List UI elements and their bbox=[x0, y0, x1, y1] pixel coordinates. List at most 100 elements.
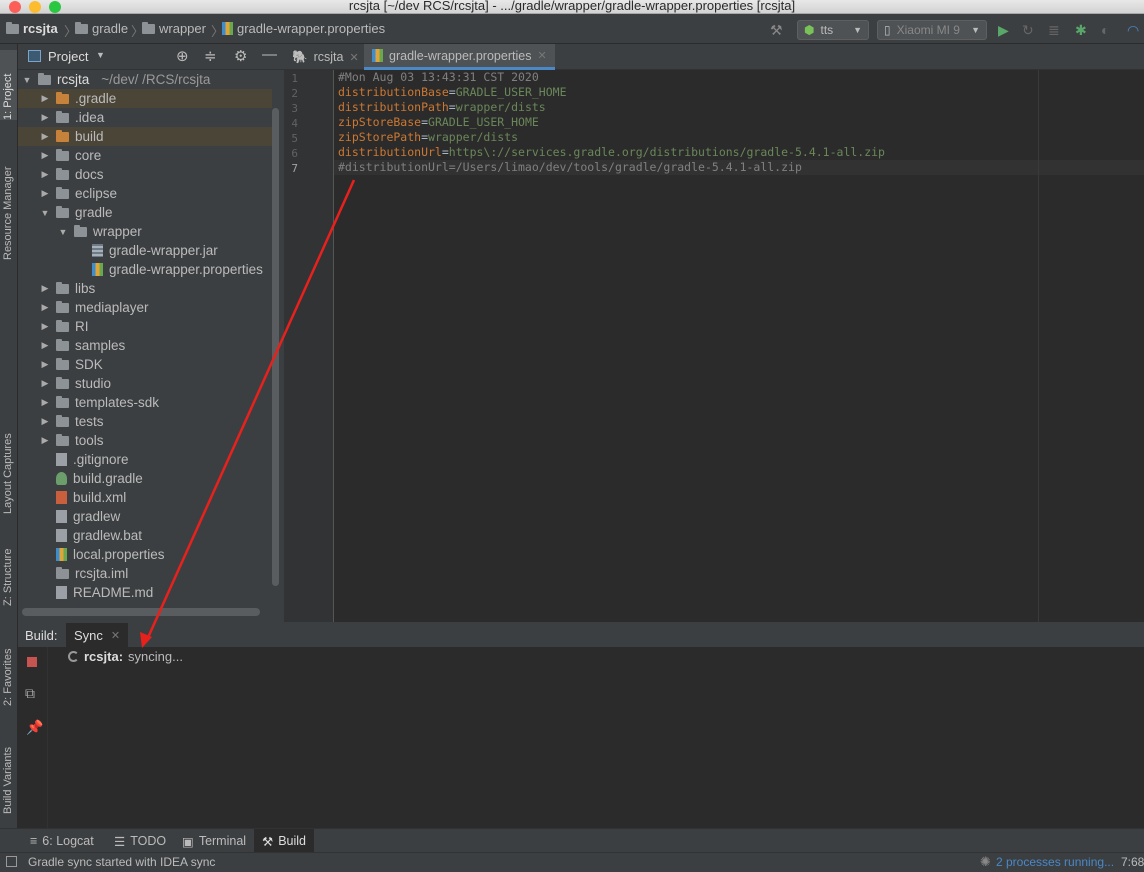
tree-item[interactable]: ▶ core bbox=[18, 146, 272, 165]
chevron-right-icon[interactable]: ▶ bbox=[38, 340, 52, 351]
tree-horizontal-scrollbar[interactable] bbox=[22, 608, 260, 616]
chevron-right-icon[interactable]: ▶ bbox=[38, 359, 52, 370]
editor-tab-gradle-wrapper-properties[interactable]: gradle-wrapper.properties ✕ bbox=[364, 44, 555, 70]
tool-window-resource-manager[interactable]: Resource Manager bbox=[0, 140, 17, 260]
breadcrumb-file[interactable]: gradle-wrapper.properties bbox=[222, 21, 385, 36]
tree-item[interactable]: rcsjta.iml bbox=[18, 564, 272, 583]
tree-item[interactable]: ▶ RI bbox=[18, 317, 272, 336]
chevron-right-icon[interactable]: ▶ bbox=[38, 188, 52, 199]
chevron-down-icon[interactable]: ▼ bbox=[38, 208, 52, 218]
folder-icon bbox=[56, 376, 69, 389]
tree-item[interactable]: gradlew.bat bbox=[18, 526, 272, 545]
run-icon[interactable]: ▶ bbox=[998, 22, 1009, 39]
code-editor[interactable]: #Mon Aug 03 13:43:31 CST 2020 distributio… bbox=[334, 70, 1144, 622]
chevron-down-icon[interactable]: ▼ bbox=[56, 227, 70, 237]
chevron-right-icon[interactable]: ▶ bbox=[38, 112, 52, 123]
tree-item[interactable]: ▶ build bbox=[18, 127, 272, 146]
chevron-right-icon[interactable]: ▶ bbox=[38, 435, 52, 446]
tree-item[interactable]: ▶ .gradle bbox=[18, 89, 272, 108]
close-tab-icon[interactable]: ✕ bbox=[537, 49, 546, 62]
editor-tab-rcsjta[interactable]: 🐘 rcsjta ✕ bbox=[284, 44, 367, 70]
hammer-icon[interactable]: ⚒ bbox=[770, 22, 783, 39]
chevron-right-icon[interactable]: ▶ bbox=[38, 378, 52, 389]
chevron-right-icon[interactable]: ▶ bbox=[38, 302, 52, 313]
tree-item-label: RI bbox=[75, 319, 89, 334]
run-config-selector[interactable]: ⬢ tts ▼ bbox=[797, 20, 869, 40]
profiler-icon[interactable]: ◠ bbox=[1127, 22, 1139, 39]
toggle-tool-windows-icon[interactable] bbox=[6, 856, 17, 867]
build-output-row[interactable]: rcsjta: syncing... bbox=[68, 649, 183, 664]
tab-build[interactable]: ⚒ Build bbox=[254, 829, 315, 853]
breadcrumb-gradle[interactable]: gradle bbox=[75, 21, 128, 36]
project-view-selector[interactable]: Project bbox=[48, 49, 88, 64]
collapse-all-icon[interactable]: ≑ bbox=[204, 47, 217, 65]
tree-item[interactable]: ▼ gradle bbox=[18, 203, 272, 222]
tree-item[interactable]: ▶ eclipse bbox=[18, 184, 272, 203]
tool-window-favorites[interactable]: 2: Favorites bbox=[0, 626, 17, 706]
restore-layout-icon[interactable]: ⧉ bbox=[25, 685, 35, 702]
gradle-icon: 🐘 bbox=[292, 49, 308, 64]
code-key: zipStoreBase bbox=[338, 115, 422, 129]
tree-item-label: wrapper bbox=[93, 224, 142, 239]
xml-file-icon bbox=[56, 491, 67, 504]
locate-file-icon[interactable]: ⊕ bbox=[176, 47, 189, 65]
attach-debugger-icon[interactable]: ◐ bbox=[1101, 22, 1109, 38]
status-message: Gradle sync started with IDEA sync bbox=[28, 855, 216, 869]
tree-item[interactable]: build.gradle bbox=[18, 469, 272, 488]
close-tab-icon[interactable]: ✕ bbox=[111, 629, 120, 642]
chevron-right-icon[interactable]: ▶ bbox=[38, 397, 52, 408]
chevron-right-icon[interactable]: ▶ bbox=[38, 150, 52, 161]
chevron-right-icon[interactable]: ▶ bbox=[38, 416, 52, 427]
tool-window-layout-captures[interactable]: Layout Captures bbox=[0, 404, 17, 514]
tool-window-structure[interactable]: Z: Structure bbox=[0, 530, 17, 606]
tree-item[interactable]: ▼ wrapper bbox=[18, 222, 272, 241]
gear-icon[interactable]: ⚙ bbox=[234, 47, 247, 65]
chevron-right-icon[interactable]: ▶ bbox=[38, 131, 52, 142]
tree-item[interactable]: build.xml bbox=[18, 488, 272, 507]
tree-item[interactable]: ▶ .idea bbox=[18, 108, 272, 127]
close-tab-icon[interactable]: ✕ bbox=[349, 51, 358, 64]
folder-icon bbox=[56, 433, 69, 446]
breadcrumb-wrapper[interactable]: wrapper bbox=[142, 21, 206, 36]
chevron-right-icon[interactable]: ▶ bbox=[38, 283, 52, 294]
tree-item[interactable]: ▶ libs bbox=[18, 279, 272, 298]
chevron-right-icon[interactable]: ▶ bbox=[38, 93, 52, 104]
tool-window-build-variants[interactable]: Build Variants bbox=[0, 726, 17, 814]
tree-item[interactable]: gradlew bbox=[18, 507, 272, 526]
chevron-right-icon[interactable]: ▶ bbox=[38, 169, 52, 180]
tree-item[interactable]: gradle-wrapper.jar bbox=[18, 241, 272, 260]
tree-item[interactable]: README.md bbox=[18, 583, 272, 602]
spinner-icon: ✺ bbox=[980, 854, 991, 869]
caret-position[interactable]: 7:68 bbox=[1121, 855, 1144, 869]
tree-item[interactable]: ▶ tests bbox=[18, 412, 272, 431]
debug-icon[interactable]: ✱ bbox=[1075, 22, 1087, 39]
properties-file-icon bbox=[372, 49, 383, 62]
tab-sync[interactable]: Sync ✕ bbox=[66, 623, 129, 647]
tool-window-project[interactable]: 1: Project bbox=[0, 50, 17, 120]
pin-icon[interactable]: 📌 bbox=[26, 719, 43, 736]
chevron-right-icon[interactable]: ▶ bbox=[38, 321, 52, 332]
tree-item[interactable]: .gitignore bbox=[18, 450, 272, 469]
tree-item[interactable]: ▶ tools bbox=[18, 431, 272, 450]
tree-vertical-scrollbar[interactable] bbox=[272, 108, 279, 586]
hide-panel-icon[interactable]: — bbox=[262, 46, 277, 63]
tree-item[interactable]: local.properties bbox=[18, 545, 272, 564]
background-tasks-link[interactable]: 2 processes running... bbox=[996, 855, 1114, 869]
tab-terminal[interactable]: ▣ Terminal bbox=[174, 829, 254, 853]
device-selector[interactable]: ▯ Xiaomi MI 9 ▼ bbox=[877, 20, 987, 40]
tab-logcat[interactable]: ≡ 6: Logcat bbox=[22, 829, 102, 853]
tree-item[interactable]: ▶ SDK bbox=[18, 355, 272, 374]
tree-item[interactable]: gradle-wrapper.properties bbox=[18, 260, 272, 279]
tree-item[interactable]: ▶ mediaplayer bbox=[18, 298, 272, 317]
breadcrumb-rcsjta[interactable]: rcsjta bbox=[6, 21, 58, 36]
tree-item[interactable]: ▶ templates-sdk bbox=[18, 393, 272, 412]
apply-code-changes-icon[interactable]: ≣ bbox=[1048, 22, 1060, 39]
chevron-down-icon[interactable]: ▼ bbox=[96, 50, 105, 60]
tab-todo[interactable]: ☰ TODO bbox=[106, 829, 174, 853]
tree-item[interactable]: ▶ studio bbox=[18, 374, 272, 393]
apply-changes-icon[interactable]: ↻ bbox=[1022, 22, 1034, 39]
stop-icon[interactable] bbox=[27, 657, 37, 667]
tree-item[interactable]: ▶ docs bbox=[18, 165, 272, 184]
tree-root[interactable]: ▼ rcsjta ~/dev/ /RCS/rcsjta bbox=[18, 70, 272, 89]
tree-item[interactable]: ▶ samples bbox=[18, 336, 272, 355]
